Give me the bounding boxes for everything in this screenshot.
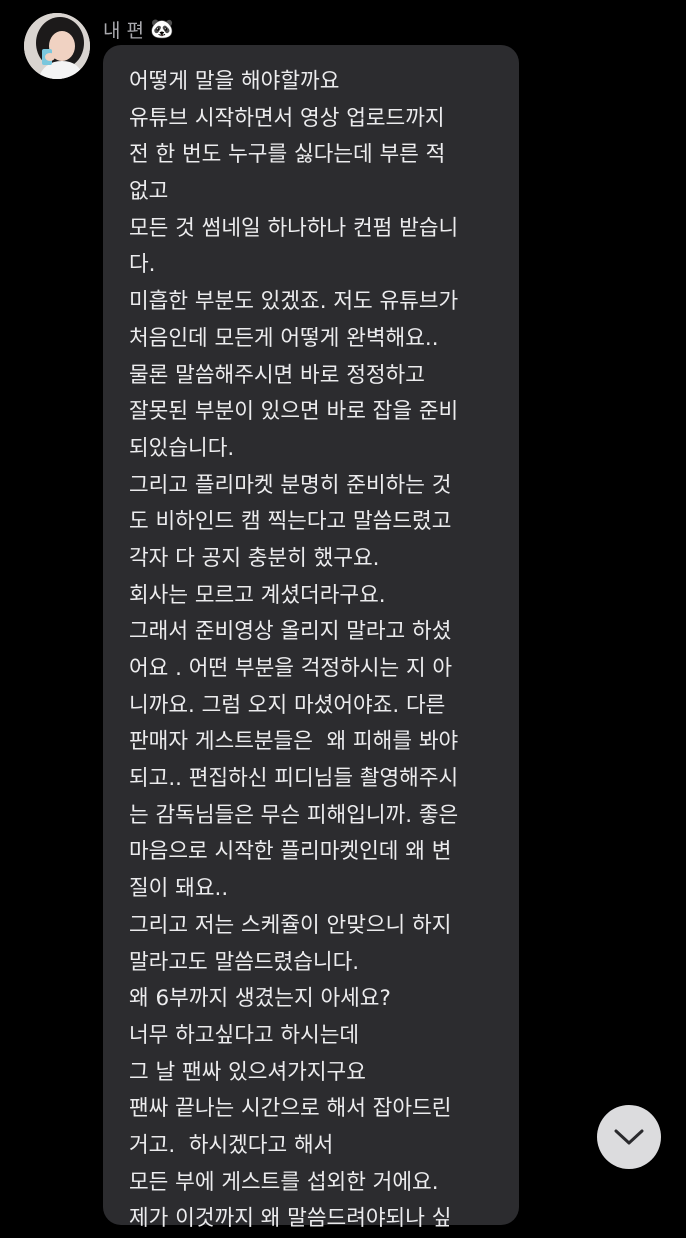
message-line: 각자 다 공지 충분히 했구요. (129, 545, 380, 571)
message-line: 물론 말씀해주시면 바로 정정하고 (129, 362, 425, 388)
message-line: 유튜브 시작하면서 영상 업로드까지 (129, 105, 445, 131)
message-line: 모든 것 썸네일 하나하나 컨펌 받습니 (129, 215, 459, 241)
message-line: 그래서 준비영상 올리지 말라고 하셨 (129, 619, 452, 645)
message-line: 전 한 번도 누구를 싫다는데 부른 적 (129, 142, 446, 168)
message-line: 어떻게 말을 해야할까요 (129, 69, 340, 94)
message-line: 되고.. 편집하신 피디님들 촬영해주시 (129, 766, 459, 792)
message-line: 회사는 모르고 계셨더라구요. (129, 582, 386, 608)
message-line: 되있습니다. (129, 435, 235, 461)
message-line: 그 날 팬싸 있으셔가지구요 (129, 1059, 366, 1085)
message-line: 그리고 플리마켓 분명히 준비하는 것 (129, 472, 452, 498)
message-line: 왜 6부까지 생겼는지 아세요? (129, 986, 391, 1012)
message-line: 도 비하인드 캠 찍는다고 말씀드렸고 (129, 509, 452, 535)
message-line: 판매자 게스트분들은 왜 피해를 봐야 (129, 729, 459, 755)
message-line: 니까요. 그럼 오지 마셨어야죠. 다른 (129, 692, 446, 718)
message-line: 없고 (129, 179, 169, 205)
message-line: 제가 이것까지 왜 말씀드려야되나 싶 (129, 1206, 452, 1232)
profile-photo (24, 13, 90, 79)
message-line: 모든 부에 게스트를 섭외한 거에요. (129, 1169, 439, 1195)
message-line: 말라고도 말씀드렸습니다. (129, 949, 360, 975)
message-line: 어요 . 어떤 부분을 걱정하시는 지 아 (129, 656, 453, 681)
sender-name: 내 편 (103, 19, 144, 42)
message-bubble: 어떻게 말을 해야할까요 유튜브 시작하면서 영상 업로드까지 전 한 번도 누… (103, 45, 519, 1231)
message-line: 너무 하고싶다고 하시는데 (129, 1022, 360, 1048)
scroll-to-bottom-button[interactable] (597, 1105, 661, 1169)
avatar[interactable] (24, 13, 90, 79)
chevron-down-icon (614, 1129, 644, 1145)
message-line: 처음인데 모든게 어떻게 완벽해요.. (129, 325, 439, 351)
message-line: 그리고 저는 스케쥴이 안맞으니 하지 (129, 912, 452, 938)
panda-icon: 🐼 (150, 17, 174, 40)
message-line: 마음으로 시작한 플리마켓인데 왜 변 (129, 839, 452, 865)
message-line: 질이 돼요.. (129, 876, 229, 902)
message-line: 다. (129, 252, 156, 278)
message-line: 거고. 하시겠다고 해서 (129, 1132, 334, 1158)
message-line: 는 감독님들은 무슨 피해입니까. 좋은 (129, 802, 459, 828)
message-line: 미흡한 부분도 있겠죠. 저도 유튜브가 (129, 289, 459, 315)
message-line: 팬싸 끝나는 시간으로 해서 잡아드린 (129, 1096, 452, 1122)
message-line: 잘못된 부분이 있으면 바로 잡을 준비 (129, 399, 459, 425)
sender-header: 내 편 🐼 (103, 14, 174, 44)
